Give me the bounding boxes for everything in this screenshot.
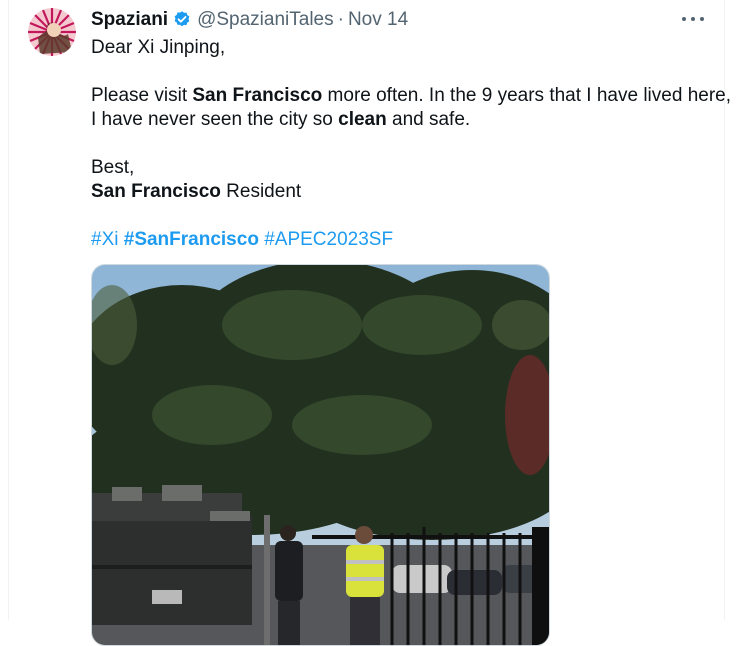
p1-pre: Please visit <box>91 85 193 106</box>
paragraph-line-2: I have never seen the city so clean and … <box>91 108 706 132</box>
tweet-photo[interactable] <box>91 264 550 646</box>
tweet-date[interactable]: Nov 14 <box>348 9 408 31</box>
tweet-header: Spaziani @SpazianiTales · Nov 14 <box>91 9 408 31</box>
p2-bold: clean <box>338 109 387 130</box>
greeting: Dear Xi Jinping, <box>91 37 226 58</box>
verified-badge-icon <box>172 10 192 30</box>
header-separator: · <box>337 9 344 30</box>
signature-line: San Francisco Resident <box>91 180 706 204</box>
p2-pre: I have never seen the city so <box>91 109 339 130</box>
p2-post: and safe. <box>386 109 471 130</box>
hashtag-xi[interactable]: #Xi <box>91 229 118 250</box>
greeting-line: Dear Xi Jinping, <box>91 36 706 60</box>
signature-bold: San Francisco <box>91 181 221 202</box>
signature-post: Resident <box>220 181 302 202</box>
author-handle[interactable]: @SpazianiTales <box>197 9 334 31</box>
tweet-text: Dear Xi Jinping, Please visit San Franci… <box>91 36 731 252</box>
hashtag-line: #Xi #SanFrancisco #APEC2023SF <box>91 228 706 252</box>
author-avatar[interactable] <box>28 8 76 56</box>
hashtag-apec2023sf[interactable]: #APEC2023SF <box>264 229 393 250</box>
signoff-line: Best, <box>91 156 706 180</box>
author-name[interactable]: Spaziani <box>91 9 168 31</box>
p1-bold: San Francisco <box>192 85 323 106</box>
signoff: Best, <box>91 157 135 178</box>
p1-post: more often. In the 9 years that I have l… <box>322 85 731 106</box>
hashtag-sanfrancisco[interactable]: #SanFrancisco <box>124 229 259 250</box>
paragraph-line-1: Please visit San Francisco more often. I… <box>91 84 731 108</box>
more-dots-icon[interactable] <box>682 10 704 28</box>
